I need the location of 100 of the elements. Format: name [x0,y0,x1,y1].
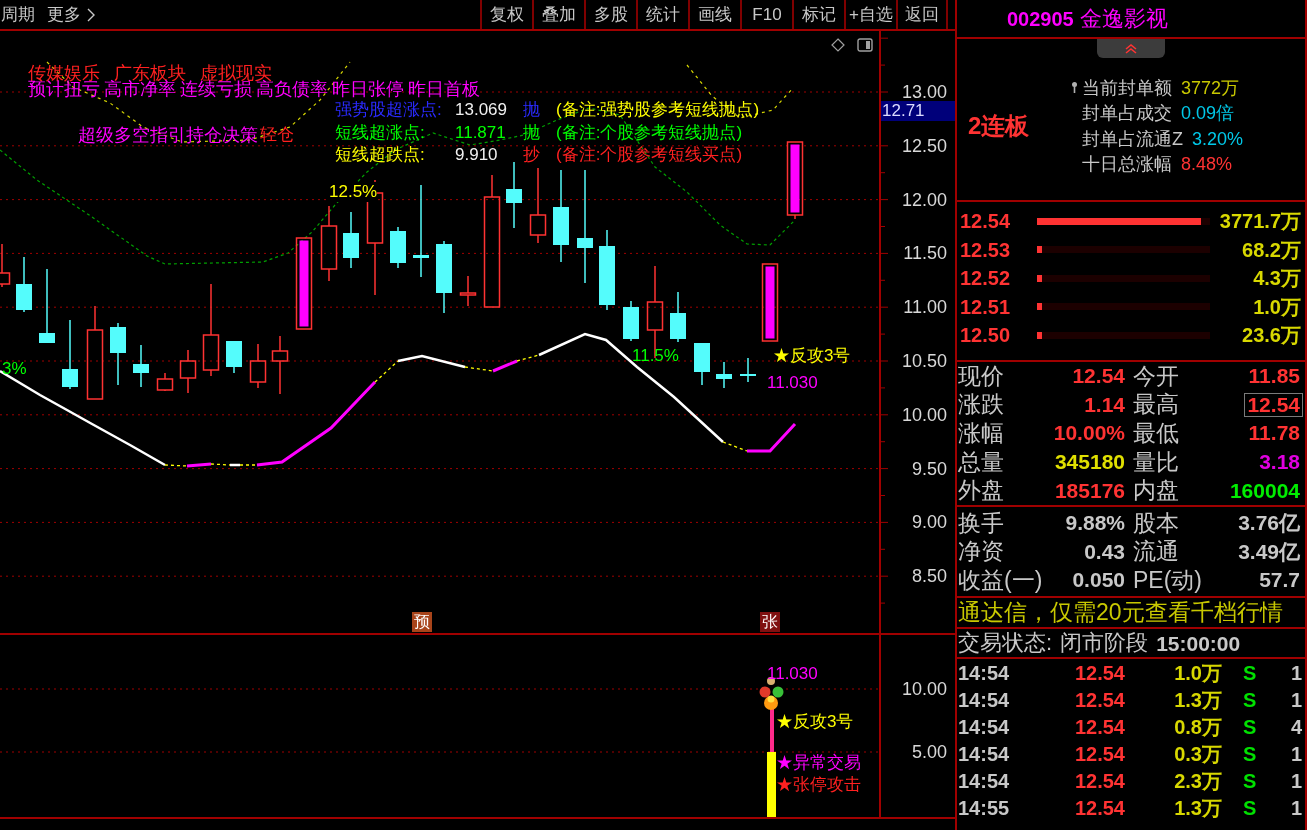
quote-label: 现价 [958,364,1004,388]
limit-streak-label: 2连板 [967,114,1031,138]
tick-time: 14:55 [958,797,1011,818]
chevron-right-icon [87,7,95,22]
chart-annotation: 12.5% [329,182,378,202]
axis-label: 11.00 [903,296,947,319]
chart-annotation: 11.5% [632,346,679,366]
tick-count: 4 [1290,716,1302,737]
more-menu-button[interactable]: 更多 [47,6,95,23]
candlestick [226,340,242,374]
diamond-icon[interactable] [831,38,845,52]
quote-label: 最高 [1133,393,1179,417]
current-price-label: 12.71 [881,101,955,121]
toolbar-button[interactable]: 多股 [584,0,636,29]
toolbar-button[interactable]: 画线 [688,0,740,29]
quote-label: 今开 [1133,364,1179,388]
ball-cluster-drawing [759,677,784,710]
feature-tag: 昨日张停 [332,81,404,98]
period-button[interactable]: 周期 [1,6,35,23]
bid-price: 12.54 [960,211,1012,232]
concept-tag: 虚拟现实 [200,65,272,81]
quote-label: 涨幅 [958,422,1004,445]
candlestick [156,372,174,392]
quote-label: 量比 [1133,450,1179,474]
axis-label: 10.00 [901,403,947,426]
tick-time: 14:54 [958,770,1011,791]
axis-label: 10.50 [901,350,947,372]
signal-action: 抛 [523,122,541,143]
signal-text: ★异常交易 [776,753,861,773]
signal-text: ★张停攻击 [776,775,861,795]
candlestick [62,319,78,390]
toolbar-button[interactable]: +自选 [844,0,896,29]
info-label: 封单占流通Z [1082,129,1183,148]
bid-volume: 1.0万 [1253,296,1301,317]
quote-label: 最低 [1133,422,1179,445]
tick-time: 14:54 [958,689,1011,710]
stat-label: 换手 [958,511,1004,535]
candlestick [506,161,522,229]
quote-value: 185176 [1053,478,1126,503]
axis-label: 8.50 [911,565,947,588]
chart-annotation: 3% [2,359,27,379]
stat-value: 3.76亿 [1237,512,1301,535]
toolbar-button[interactable]: 统计 [636,0,688,29]
quote-value: 11.85 [1247,364,1301,389]
candlestick [623,300,639,342]
toolbar-button[interactable]: 标记 [792,0,844,29]
tick-price: 12.54 [1073,689,1125,710]
tick-count: 1 [1290,770,1302,791]
quote-value: 160004 [1228,478,1301,503]
promo-text: 通达信，仅需20元查看千档行情 [958,601,1283,624]
bid-volume: 4.3万 [1253,268,1301,289]
axis-label: 12.50 [901,134,947,157]
bid-price: 12.51 [960,296,1012,317]
quote-label: 总量 [958,450,1004,474]
signal-bar [767,752,776,817]
toolbar-button[interactable]: 叠加 [532,0,584,29]
candlestick [343,211,359,269]
status-value: 闭市阶段 [1060,632,1149,654]
concept-tag: 传媒娱乐 [28,65,100,81]
bid-volume: 3771.7万 [1219,211,1301,232]
signal-stem [770,709,774,752]
bid-price: 12.53 [960,239,1012,260]
position-advice: 轻仓 [260,125,294,145]
quote-value: 1.14 [1083,392,1126,417]
candlestick [133,344,149,388]
chart-annotation: 11.030 [767,373,818,393]
tick-time: 14:54 [958,716,1011,737]
candlestick [110,322,126,386]
tick-volume: 1.3万 [1173,797,1222,818]
stat-value: 3.49亿 [1237,540,1301,563]
panel-toggle-icon[interactable] [857,38,873,52]
stat-value: 0.050 [1071,569,1126,592]
stat-value: 9.88% [1064,512,1126,535]
signal-label: 短线超涨点: [335,122,426,143]
toolbar-button[interactable]: 返回 [896,0,948,29]
info-value: 0.09倍 [1181,104,1235,123]
toolbar-button[interactable]: 复权 [480,0,532,29]
quote-label: 涨跌 [958,393,1004,417]
signal-note: (备注:强势股参考短线抛点) [556,100,760,121]
stat-label: PE(动) [1133,568,1202,592]
axis-label: 9.00 [911,511,947,534]
stat-value: 57.7 [1258,569,1301,592]
stock-code: 002905 [1007,8,1074,29]
axis-label: 11.50 [903,242,947,265]
tick-side: S [1243,797,1257,818]
toolbar-button[interactable]: F10 [740,0,792,29]
info-value: 3.20% [1192,129,1244,148]
candlestick [694,342,710,386]
candlestick [0,243,11,288]
candlestick [459,275,477,307]
quote-value: 12.54 [1244,392,1303,417]
tick-side: S [1243,743,1257,764]
stat-label: 净资 [958,540,1004,564]
tick-side: S [1243,770,1257,791]
tick-time: 14:54 [958,662,1011,683]
bid-volume: 23.6万 [1242,325,1301,346]
signal-note: (备注:个股参考短线抛点) [556,122,743,143]
stock-name: 金逸影视 [1079,7,1168,30]
candlestick [271,335,289,395]
info-value: 3772万 [1181,78,1240,97]
